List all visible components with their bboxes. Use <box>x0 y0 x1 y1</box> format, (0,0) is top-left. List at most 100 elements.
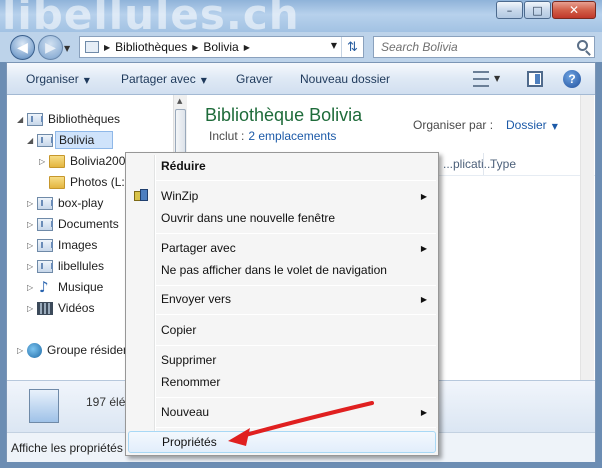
tree-item-photos[interactable]: Photos (L:) <box>39 172 129 192</box>
arrange-by-dropdown[interactable]: Dossier ▼ <box>506 118 558 132</box>
column-header-modified[interactable]: ...plicati... <box>443 153 494 175</box>
menu-item-copy[interactable]: Copier <box>128 319 436 341</box>
search-box[interactable] <box>373 36 595 58</box>
menu-item-delete[interactable]: Supprimer <box>128 349 436 371</box>
recent-pages-dropdown-icon[interactable]: ▼ <box>64 44 70 53</box>
window-controls: – □ ✕ <box>495 1 596 19</box>
expand-arrow-icon[interactable]: ▷ <box>27 241 37 250</box>
minimize-icon: – <box>506 3 513 17</box>
tree-item-label: Images <box>58 238 98 252</box>
expand-arrow-icon[interactable]: ▷ <box>27 199 37 208</box>
menu-item-label: Ne pas afficher dans le volet de navigat… <box>161 263 387 277</box>
share-with-button[interactable]: Partager avec ▼ <box>121 72 207 86</box>
homegroup-icon <box>27 342 42 358</box>
library-icon <box>37 133 53 147</box>
breadcrumb-bolivia[interactable]: Bolivia <box>203 40 238 54</box>
tree-item-videos[interactable]: ▷ Vidéos <box>27 298 94 318</box>
new-folder-button[interactable]: Nouveau dossier <box>300 72 390 86</box>
close-button[interactable]: ✕ <box>552 1 596 19</box>
menu-item-hide-in-nav-pane[interactable]: Ne pas afficher dans le volet de navigat… <box>128 259 436 281</box>
minimize-button[interactable]: – <box>496 1 523 19</box>
menu-item-open-new-window[interactable]: Ouvrir dans une nouvelle fenêtre <box>128 207 436 229</box>
maximize-button[interactable]: □ <box>524 1 551 19</box>
breadcrumb-chevron-icon[interactable]: ▶ <box>244 43 250 52</box>
winzip-icon <box>134 189 149 203</box>
library-large-icon <box>29 389 59 423</box>
menu-item-properties[interactable]: Propriétés <box>128 431 436 453</box>
menu-item-share-with[interactable]: Partager avec ▶ <box>128 237 436 259</box>
menu-item-collapse[interactable]: Réduire <box>128 155 436 177</box>
tree-item-label: Bolivia <box>55 131 114 149</box>
submenu-arrow-icon: ▶ <box>420 407 427 417</box>
tree-item-label: Bibliothèques <box>48 112 121 126</box>
expand-arrow-icon[interactable]: ▷ <box>27 262 37 271</box>
menu-separator <box>156 427 436 428</box>
content-scrollbar[interactable] <box>580 95 594 380</box>
context-menu: Réduire WinZip ▶ Ouvrir dans une nouvell… <box>125 152 439 456</box>
tree-item-libellules[interactable]: ▷ libellules <box>27 256 104 276</box>
tree-item-music[interactable]: ▷ Musique <box>27 277 103 297</box>
menu-item-label: Partager avec <box>161 241 236 255</box>
chevron-down-icon: ▼ <box>83 76 90 85</box>
menu-item-label: Renommer <box>161 375 221 389</box>
forward-arrow-icon: ▶ <box>45 39 56 56</box>
locations-link[interactable]: 2 emplacements <box>248 129 336 143</box>
menu-separator <box>156 397 436 398</box>
address-bar[interactable]: ▶ Bibliothèques ▶ Bolivia ▶ ▼ ⇅ <box>79 36 364 58</box>
menu-item-label: Propriétés <box>162 435 217 449</box>
refresh-button[interactable]: ⇅ <box>341 37 363 57</box>
menu-separator <box>156 314 436 315</box>
breadcrumb-chevron-icon[interactable]: ▶ <box>192 43 198 52</box>
library-icon <box>37 217 53 231</box>
tree-item-label: libellules <box>58 259 105 273</box>
tree-item-bolivia2008[interactable]: ▷ Bolivia2008 <box>39 151 132 171</box>
breadcrumb-libraries[interactable]: Bibliothèques <box>115 40 187 54</box>
expand-arrow-icon[interactable]: ▷ <box>27 283 37 292</box>
menu-separator <box>156 345 436 346</box>
includes-label: Inclut : <box>209 129 245 143</box>
tree-item-libraries[interactable]: ◢ Bibliothèques <box>17 109 120 129</box>
organize-label: Organiser <box>26 72 79 86</box>
tree-item-bolivia[interactable]: ◢ Bolivia <box>27 130 114 150</box>
library-icon <box>37 196 53 210</box>
tree-item-label: Musique <box>58 280 104 294</box>
search-icon[interactable] <box>577 40 588 51</box>
back-button[interactable]: ◀ <box>10 35 35 60</box>
library-icon <box>85 41 99 53</box>
submenu-arrow-icon: ▶ <box>420 243 427 253</box>
expand-arrow-icon[interactable]: ▷ <box>27 304 37 313</box>
menu-item-send-to[interactable]: Envoyer vers ▶ <box>128 288 436 310</box>
column-divider[interactable] <box>483 153 484 175</box>
breadcrumb-chevron-icon[interactable]: ▶ <box>104 43 110 52</box>
tree-item-label: Photos (L:) <box>70 175 129 189</box>
arrange-by-value: Dossier <box>506 118 547 132</box>
expand-arrow-icon[interactable]: ▷ <box>27 220 37 229</box>
expand-arrow-icon[interactable]: ▷ <box>17 346 27 355</box>
address-row: ◀ ▶ ▼ ▶ Bibliothèques ▶ Bolivia ▶ ▼ ⇅ <box>0 32 602 62</box>
preview-pane-icon[interactable] <box>527 71 543 87</box>
address-history-dropdown-icon[interactable]: ▼ <box>331 41 337 50</box>
forward-button[interactable]: ▶ <box>38 35 63 60</box>
help-icon[interactable]: ? <box>563 70 581 88</box>
change-view-icon[interactable] <box>473 71 489 87</box>
menu-item-new[interactable]: Nouveau ▶ <box>128 401 436 423</box>
tree-item-documents[interactable]: ▷ Documents <box>27 214 119 234</box>
organize-menu-button[interactable]: Organiser ▼ <box>26 72 90 86</box>
maximize-icon: □ <box>532 3 543 17</box>
library-icon <box>37 259 53 273</box>
scroll-up-icon[interactable]: ▲ <box>177 97 182 105</box>
tree-item-box-play[interactable]: ▷ box-play <box>27 193 103 213</box>
expand-arrow-icon[interactable]: ▷ <box>39 157 49 166</box>
menu-item-winzip[interactable]: WinZip ▶ <box>128 185 436 207</box>
collapse-arrow-icon[interactable]: ◢ <box>17 115 27 124</box>
close-icon: ✕ <box>568 3 580 17</box>
column-header-type[interactable]: Type <box>490 153 516 175</box>
burn-button[interactable]: Graver <box>236 72 273 86</box>
menu-separator <box>156 180 436 181</box>
collapse-arrow-icon[interactable]: ◢ <box>27 136 37 145</box>
search-input[interactable] <box>381 40 571 54</box>
tree-item-images[interactable]: ▷ Images <box>27 235 97 255</box>
view-options-dropdown-icon[interactable]: ▼ <box>494 74 500 83</box>
menu-item-rename[interactable]: Renommer <box>128 371 436 393</box>
menu-separator <box>156 285 436 286</box>
